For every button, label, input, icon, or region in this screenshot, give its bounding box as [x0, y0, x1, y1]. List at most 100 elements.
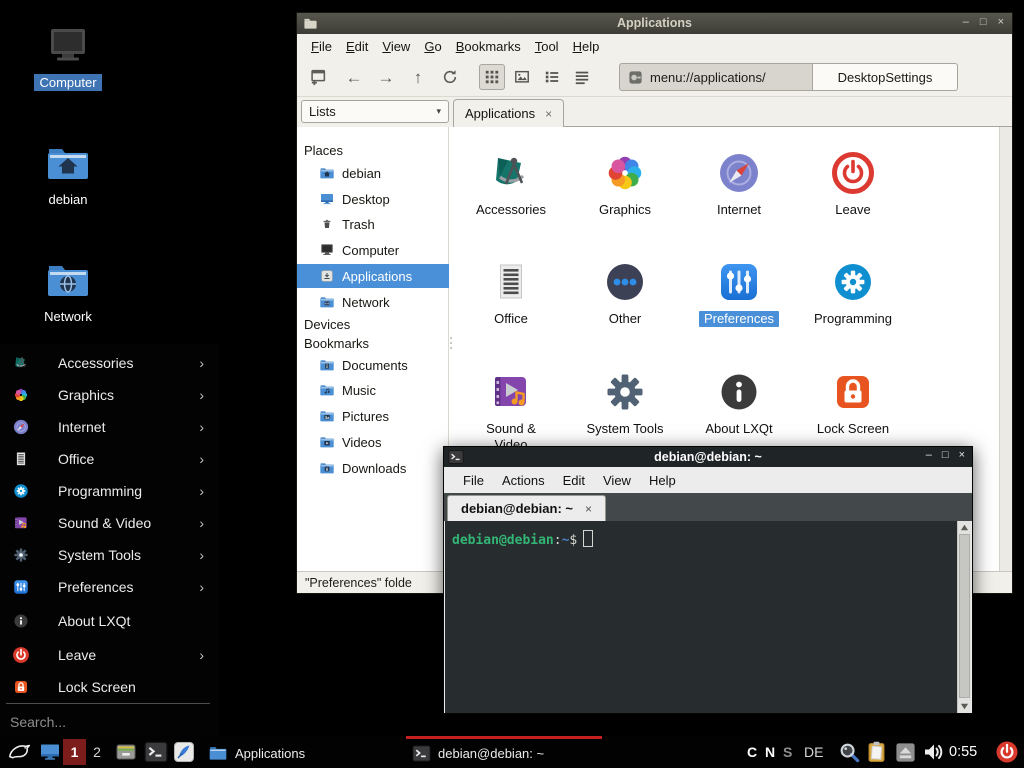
fm-menu-go[interactable]: Go [417, 37, 448, 56]
fm-tab-applications[interactable]: Applications × [453, 99, 564, 127]
pathbar-next-segment[interactable]: DesktopSettings [812, 63, 958, 91]
fm-menu-bookmarks[interactable]: Bookmarks [449, 37, 528, 56]
app-category-other[interactable]: Other [568, 258, 682, 327]
term-menu-file[interactable]: File [454, 471, 493, 490]
scroll-up-icon[interactable] [960, 523, 969, 532]
menu-item-lock-screen[interactable]: Lock Screen [0, 671, 218, 703]
taskbar-task-terminal[interactable]: debian@debian: ~ [406, 736, 602, 767]
app-category-leave[interactable]: Leave [796, 149, 910, 218]
menu-item-sound-video[interactable]: Sound & Video › [0, 507, 218, 539]
close-button[interactable]: × [998, 17, 1004, 28]
forward-button[interactable]: → [373, 64, 399, 90]
term-menu-actions[interactable]: Actions [493, 471, 554, 490]
terminal-titlebar[interactable]: debian@debian: ~ – □ × [444, 447, 972, 467]
app-category-programming[interactable]: Programming [796, 258, 910, 327]
sidebar-mode-combo[interactable]: Lists ▾ [301, 100, 449, 123]
app-category-internet[interactable]: Internet [682, 149, 796, 218]
maximize-button[interactable]: □ [980, 17, 987, 28]
menu-item-programming[interactable]: Programming › [0, 475, 218, 507]
sidebar-item-documents[interactable]: Documents [297, 353, 449, 377]
sidebar-item-pictures[interactable]: Pictures [297, 404, 449, 428]
app-category-preferences[interactable]: Preferences [682, 258, 796, 327]
icon-view-button[interactable] [479, 64, 505, 90]
tray-magnifier[interactable] [838, 741, 861, 764]
app-category-about-lxqt[interactable]: About LXQt [682, 368, 796, 437]
menu-item-office[interactable]: Office › [0, 443, 218, 475]
app-category-system-tools[interactable]: System Tools [568, 368, 682, 437]
tab-close-icon[interactable]: × [545, 107, 552, 121]
up-button[interactable]: ↑ [405, 64, 431, 90]
menu-item-about-lxqt[interactable]: About LXQt [0, 605, 218, 637]
maximize-button[interactable]: □ [942, 450, 949, 461]
fm-menu-file[interactable]: File [304, 37, 339, 56]
sidebar-item-downloads[interactable]: Downloads [297, 456, 449, 480]
term-menu-view[interactable]: View [594, 471, 640, 490]
term-menu-help[interactable]: Help [640, 471, 685, 490]
terminal-tab[interactable]: debian@debian: ~ × [447, 495, 606, 521]
quicklaunch-featherpad[interactable] [172, 740, 196, 764]
minimize-button[interactable]: – [963, 17, 969, 28]
new-tab-button[interactable] [305, 64, 331, 90]
menu-item-preferences[interactable]: Preferences › [0, 571, 218, 603]
tray-removable-media[interactable] [894, 741, 917, 764]
app-category-office[interactable]: Office [454, 258, 568, 327]
detailed-list-button[interactable] [539, 64, 565, 90]
kbd-indicator-caps[interactable]: C [747, 744, 757, 760]
menu-item-accessories[interactable]: Accessories › [0, 347, 218, 379]
taskbar-clock[interactable]: 0:55 [949, 744, 977, 760]
desktop-icon-computer[interactable]: Computer [20, 22, 116, 91]
back-button[interactable]: ← [341, 64, 367, 90]
start-menu-button[interactable] [6, 739, 34, 765]
show-desktop-button[interactable] [38, 740, 62, 764]
menu-search-input[interactable] [8, 709, 210, 735]
fm-menu-view[interactable]: View [375, 37, 417, 56]
scroll-down-icon[interactable] [960, 702, 969, 711]
sidebar-item-videos[interactable]: Videos [297, 430, 449, 454]
pager-desktop-1[interactable]: 1 [63, 739, 86, 765]
fm-vertical-scrollbar[interactable] [999, 127, 1012, 571]
sidebar-item-desktop[interactable]: Desktop [297, 187, 449, 211]
desktop-icon-network[interactable]: Network [20, 256, 116, 325]
menu-item-internet[interactable]: Internet › [0, 411, 218, 443]
thumbnail-view-button[interactable] [509, 64, 535, 90]
keyboard-layout-indicator[interactable]: DE [804, 744, 823, 760]
pager-desktop-2[interactable]: 2 [88, 739, 106, 765]
scrollbar-thumb[interactable] [959, 534, 970, 698]
app-category-sound-video[interactable]: Sound & Video [454, 368, 568, 453]
quicklaunch-file-manager[interactable] [114, 740, 138, 764]
menu-item-graphics[interactable]: Graphics › [0, 379, 218, 411]
menu-item-leave[interactable]: Leave › [0, 639, 218, 671]
compact-view-button[interactable] [569, 64, 595, 90]
kbd-indicator-scroll[interactable]: S [783, 744, 792, 760]
term-menu-edit[interactable]: Edit [554, 471, 594, 490]
sidebar-item-music[interactable]: Music [297, 378, 449, 402]
sidebar-splitter[interactable] [449, 323, 453, 363]
app-category-lock-screen[interactable]: Lock Screen [796, 368, 910, 437]
taskbar-task-applications[interactable]: Applications [202, 736, 342, 767]
desktop-icon-debian[interactable]: debian [20, 139, 116, 208]
fm-menu-tool[interactable]: Tool [528, 37, 566, 56]
pathbar-current-segment[interactable]: menu://applications/ [619, 63, 813, 91]
app-category-graphics[interactable]: Graphics [568, 149, 682, 218]
tray-volume[interactable] [921, 740, 945, 764]
menu-item-system-tools[interactable]: System Tools › [0, 539, 218, 571]
kbd-indicator-num[interactable]: N [765, 744, 775, 760]
quicklaunch-terminal[interactable] [144, 740, 168, 764]
fm-titlebar[interactable]: Applications – □ × [297, 13, 1012, 35]
tray-clipboard[interactable] [865, 740, 889, 764]
sidebar-item-computer[interactable]: Computer [297, 238, 449, 262]
terminal-viewport[interactable]: debian@debian:~$ [445, 521, 971, 713]
sidebar-item-network[interactable]: Network [297, 290, 449, 314]
sidebar-item-debian[interactable]: debian [297, 161, 449, 185]
reload-button[interactable] [437, 64, 463, 90]
taskbar-leave-button[interactable] [995, 740, 1019, 764]
sidebar-item-applications[interactable]: Applications [297, 264, 449, 288]
tab-close-icon[interactable]: × [585, 502, 592, 516]
close-button[interactable]: × [959, 450, 965, 461]
terminal-scrollbar[interactable] [957, 521, 971, 713]
minimize-button[interactable]: – [926, 450, 932, 461]
app-category-accessories[interactable]: Accessories [454, 149, 568, 218]
fm-menu-edit[interactable]: Edit [339, 37, 375, 56]
sidebar-item-trash[interactable]: Trash [297, 212, 449, 236]
fm-menu-help[interactable]: Help [566, 37, 607, 56]
